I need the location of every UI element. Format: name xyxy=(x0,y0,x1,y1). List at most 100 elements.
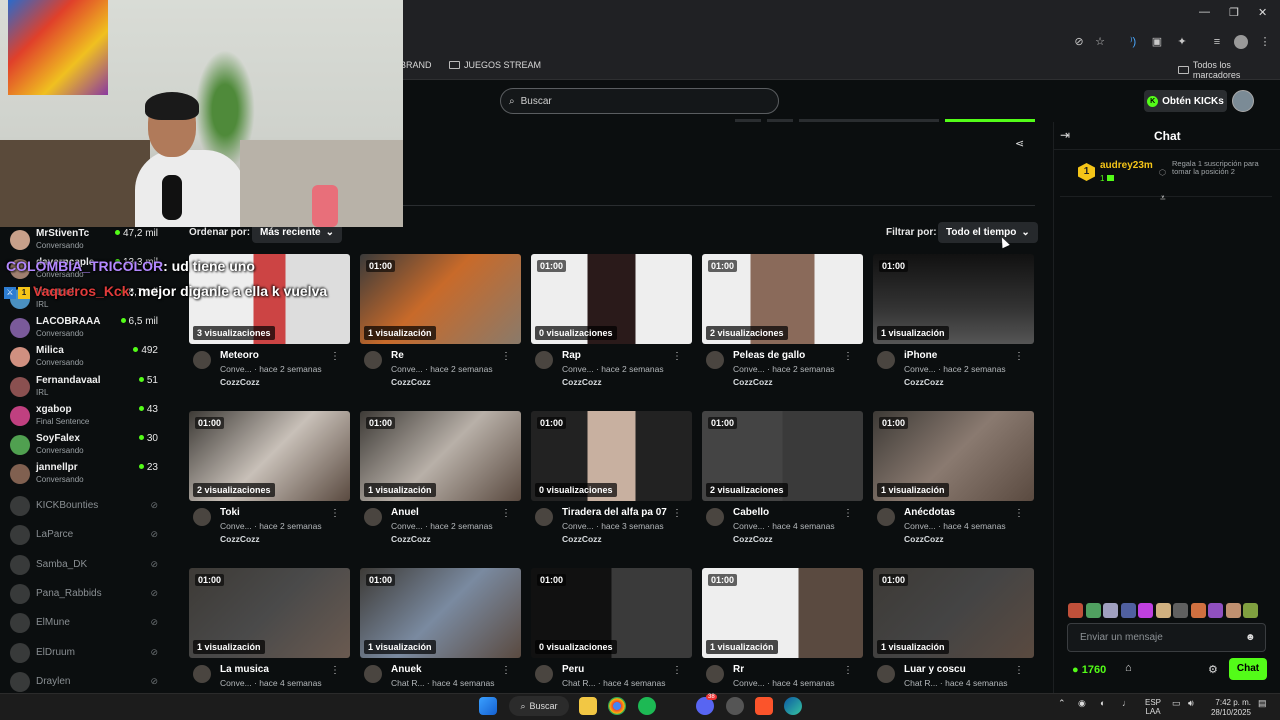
expand-leaderboard-icon[interactable]: ⩡ xyxy=(1160,193,1166,204)
emote-icon[interactable] xyxy=(1173,603,1188,618)
emote-icon[interactable] xyxy=(1190,603,1206,618)
avatar[interactable] xyxy=(877,351,895,369)
avatar[interactable] xyxy=(706,351,724,369)
video-channel[interactable]: CozzCozz xyxy=(562,377,602,387)
sidebar-channel-offline[interactable]: ElDruum ⊘ xyxy=(10,640,162,668)
brave-icon[interactable] xyxy=(755,697,773,715)
kebab-menu-icon[interactable]: ⋮ xyxy=(1258,35,1272,49)
avatar[interactable] xyxy=(364,508,382,526)
minimize-icon[interactable]: — xyxy=(1199,6,1210,18)
puzzle-icon[interactable]: ✦ xyxy=(1175,35,1189,49)
video-card[interactable]: 01:00 1 visualización Rr Conve... · hace… xyxy=(702,568,863,708)
all-bookmarks[interactable]: Todos los marcadores xyxy=(1178,60,1280,80)
avatar[interactable] xyxy=(193,351,211,369)
chrome-icon[interactable] xyxy=(608,697,626,715)
video-card[interactable]: 01:00 1 visualización La musica Conve...… xyxy=(189,568,350,708)
language-indicator[interactable]: ESP LAA xyxy=(1145,698,1161,716)
bookmark-juegos-stream[interactable]: JUEGOS STREAM xyxy=(449,60,541,70)
avatar[interactable] xyxy=(535,665,553,683)
emote-icon[interactable] xyxy=(1103,603,1118,618)
video-title[interactable]: Anécdotas xyxy=(904,507,955,518)
video-title[interactable]: Luar y coscu xyxy=(904,664,966,675)
video-thumbnail[interactable]: 01:00 1 visualización xyxy=(873,411,1034,501)
send-chat-button[interactable]: Chat xyxy=(1229,658,1267,680)
notifications-icon[interactable]: ▤ xyxy=(1258,698,1267,709)
kebab-menu-icon[interactable]: ⋮ xyxy=(672,351,682,362)
kebab-menu-icon[interactable]: ⋮ xyxy=(330,508,340,519)
sidebar-channel-offline[interactable]: ElMune ⊘ xyxy=(10,610,162,638)
search-input[interactable]: ⌕ Buscar xyxy=(500,88,779,114)
video-thumbnail[interactable]: 01:00 1 visualización xyxy=(189,568,350,658)
kebab-menu-icon[interactable]: ⋮ xyxy=(843,508,853,519)
steam-icon[interactable] xyxy=(726,697,744,715)
kebab-menu-icon[interactable]: ⋮ xyxy=(843,351,853,362)
chevron-up-icon[interactable]: ⌃ xyxy=(1058,698,1066,709)
video-thumbnail[interactable]: 01:00 0 visualizaciones xyxy=(531,411,692,501)
filter-dropdown[interactable]: Todo el tiempo ⌄ xyxy=(938,222,1038,243)
bookmark-brand[interactable]: BRAND xyxy=(400,60,432,70)
gear-icon[interactable]: ⚙ xyxy=(1208,663,1218,676)
video-title[interactable]: La musica xyxy=(220,664,269,675)
eye-off-icon[interactable]: ⊘ xyxy=(1072,35,1086,49)
gifter-name[interactable]: audrey23m xyxy=(1100,160,1153,171)
video-channel[interactable]: CozzCozz xyxy=(391,534,431,544)
video-title[interactable]: Cabello xyxy=(733,507,769,518)
video-thumbnail[interactable]: 01:00 1 visualización xyxy=(360,568,521,658)
emote-icon[interactable] xyxy=(1243,603,1258,618)
avatar[interactable] xyxy=(706,665,724,683)
video-thumbnail[interactable]: 01:00 2 visualizaciones xyxy=(702,411,863,501)
video-channel[interactable]: CozzCozz xyxy=(904,534,944,544)
video-card[interactable]: 01:00 1 visualización Anuek Chat R... · … xyxy=(360,568,521,708)
sidebar-channel-offline[interactable]: LaParce ⊘ xyxy=(10,522,162,550)
emote-icon[interactable] xyxy=(1068,603,1083,618)
avatar[interactable] xyxy=(877,508,895,526)
file-explorer-icon[interactable] xyxy=(579,697,597,715)
video-channel[interactable]: CozzCozz xyxy=(733,534,773,544)
sidebar-channel[interactable]: jannellpr Conversando 23 xyxy=(10,461,162,489)
video-title[interactable]: Tiradera del alfa pa 07 xyxy=(562,507,667,518)
video-channel[interactable]: CozzCozz xyxy=(733,377,773,387)
avatar[interactable] xyxy=(193,508,211,526)
avatar[interactable] xyxy=(706,508,724,526)
sidebar-channel[interactable]: Fernandavaal IRL 51 xyxy=(10,374,162,402)
video-title[interactable]: Rr xyxy=(733,664,744,675)
emote-icon[interactable] xyxy=(1225,603,1241,618)
video-card[interactable]: 01:00 1 visualización Luar y coscu Chat … xyxy=(873,568,1034,708)
video-channel[interactable]: CozzCozz xyxy=(220,377,260,387)
clock[interactable]: 7:42 p. m. 28/10/2025 xyxy=(1207,698,1251,718)
kebab-menu-icon[interactable]: ⋮ xyxy=(501,665,511,676)
sidebar-channel[interactable]: LACOBRAAA Conversando 6,5 mil xyxy=(10,315,162,343)
kebab-menu-icon[interactable]: ⋮ xyxy=(1014,665,1024,676)
extension-icon[interactable]: ▣ xyxy=(1150,35,1164,49)
collapse-chat-icon[interactable]: ⇥ xyxy=(1060,128,1070,142)
video-thumbnail[interactable]: 01:00 1 visualización xyxy=(360,254,521,344)
video-title[interactable]: Anuek xyxy=(391,664,422,675)
kebab-menu-icon[interactable]: ⋮ xyxy=(501,351,511,362)
network-icon[interactable]: ▭ xyxy=(1172,698,1181,709)
kebab-menu-icon[interactable]: ⋮ xyxy=(330,665,340,676)
avatar[interactable] xyxy=(535,508,553,526)
video-channel[interactable]: CozzCozz xyxy=(562,534,602,544)
extension-icon[interactable]: ⁾) xyxy=(1126,35,1140,49)
menu-list-icon[interactable]: ≡ xyxy=(1210,35,1224,49)
video-card[interactable]: 01:00 2 visualizaciones Peleas de gallo … xyxy=(702,254,863,394)
video-thumbnail[interactable]: 01:00 0 visualizaciones xyxy=(531,568,692,658)
spotify-icon[interactable] xyxy=(638,697,656,715)
sidebar-channel-offline[interactable]: Pana_Rabbids ⊘ xyxy=(10,581,162,609)
avatar[interactable] xyxy=(364,665,382,683)
emote-icon[interactable] xyxy=(1085,603,1101,618)
video-title[interactable]: Toki xyxy=(220,507,240,518)
get-kicks-button[interactable]: K Obtén KICKs xyxy=(1144,90,1227,112)
kebab-menu-icon[interactable]: ⋮ xyxy=(330,351,340,362)
video-card[interactable]: 01:00 0 visualizaciones Tiradera del alf… xyxy=(531,411,692,551)
emote-icon[interactable] xyxy=(1155,603,1171,618)
video-title[interactable]: Anuel xyxy=(391,507,419,518)
mic-icon[interactable]: ♩ xyxy=(1122,698,1131,708)
sidebar-channel[interactable]: SoyFalex Conversando 30 xyxy=(10,432,162,460)
windows-start-icon[interactable] xyxy=(479,697,497,715)
kebab-menu-icon[interactable]: ⋮ xyxy=(501,508,511,519)
chat-message-input[interactable]: Enviar un mensaje xyxy=(1067,623,1266,652)
video-card[interactable]: 3 visualizaciones Meteoro Conve... · hac… xyxy=(189,254,350,394)
video-title[interactable]: Re xyxy=(391,350,404,361)
emote-icon[interactable] xyxy=(1120,603,1136,618)
